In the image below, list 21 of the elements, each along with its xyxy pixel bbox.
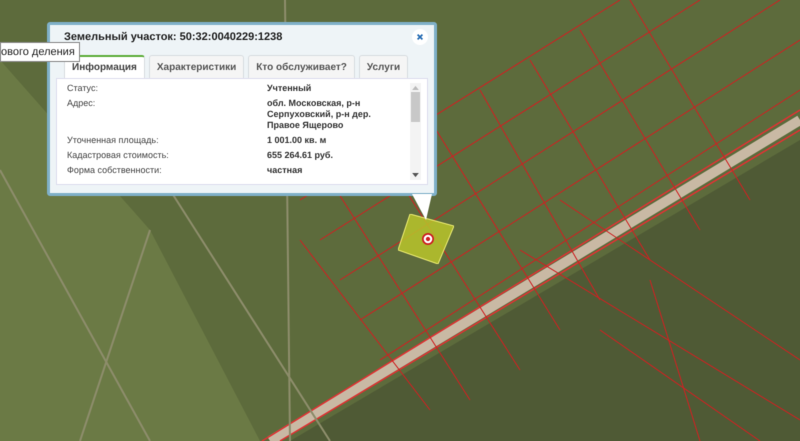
popup-tab[interactable]: Характеристики xyxy=(148,55,244,78)
scroll-down-arrow-icon[interactable] xyxy=(412,173,419,178)
popup-tab[interactable]: Кто обслуживает? xyxy=(248,55,355,78)
popup-pointer xyxy=(412,194,432,220)
highlighted-parcel[interactable] xyxy=(398,214,454,264)
popup-tab[interactable]: Услуги xyxy=(358,55,408,78)
field-label: Форма собственности: xyxy=(67,165,163,176)
field-value: 655 264.61 руб. xyxy=(267,150,333,161)
field-value: частная xyxy=(267,165,302,176)
popup-title: Земельный участок: 50:32:0040229:1238 xyxy=(64,31,282,43)
map-tooltip: ового деления xyxy=(0,42,80,62)
field-value: обл. Московская, р-н Серпуховский, р-н дер. Правое Ящерово xyxy=(267,98,371,131)
popup-tab[interactable]: Информация xyxy=(64,55,145,78)
scrollbar[interactable] xyxy=(410,83,421,180)
field-label: Адрес: xyxy=(67,98,96,110)
field-value: Учтенный xyxy=(267,83,312,94)
field-label: Кадастровая стоимость: xyxy=(67,150,170,161)
field-label: Уточненная площадь: xyxy=(67,135,160,146)
field-label: Статус: xyxy=(67,83,99,94)
field-value: 1 001.00 кв. м xyxy=(267,135,326,146)
close-icon[interactable] xyxy=(412,29,428,45)
